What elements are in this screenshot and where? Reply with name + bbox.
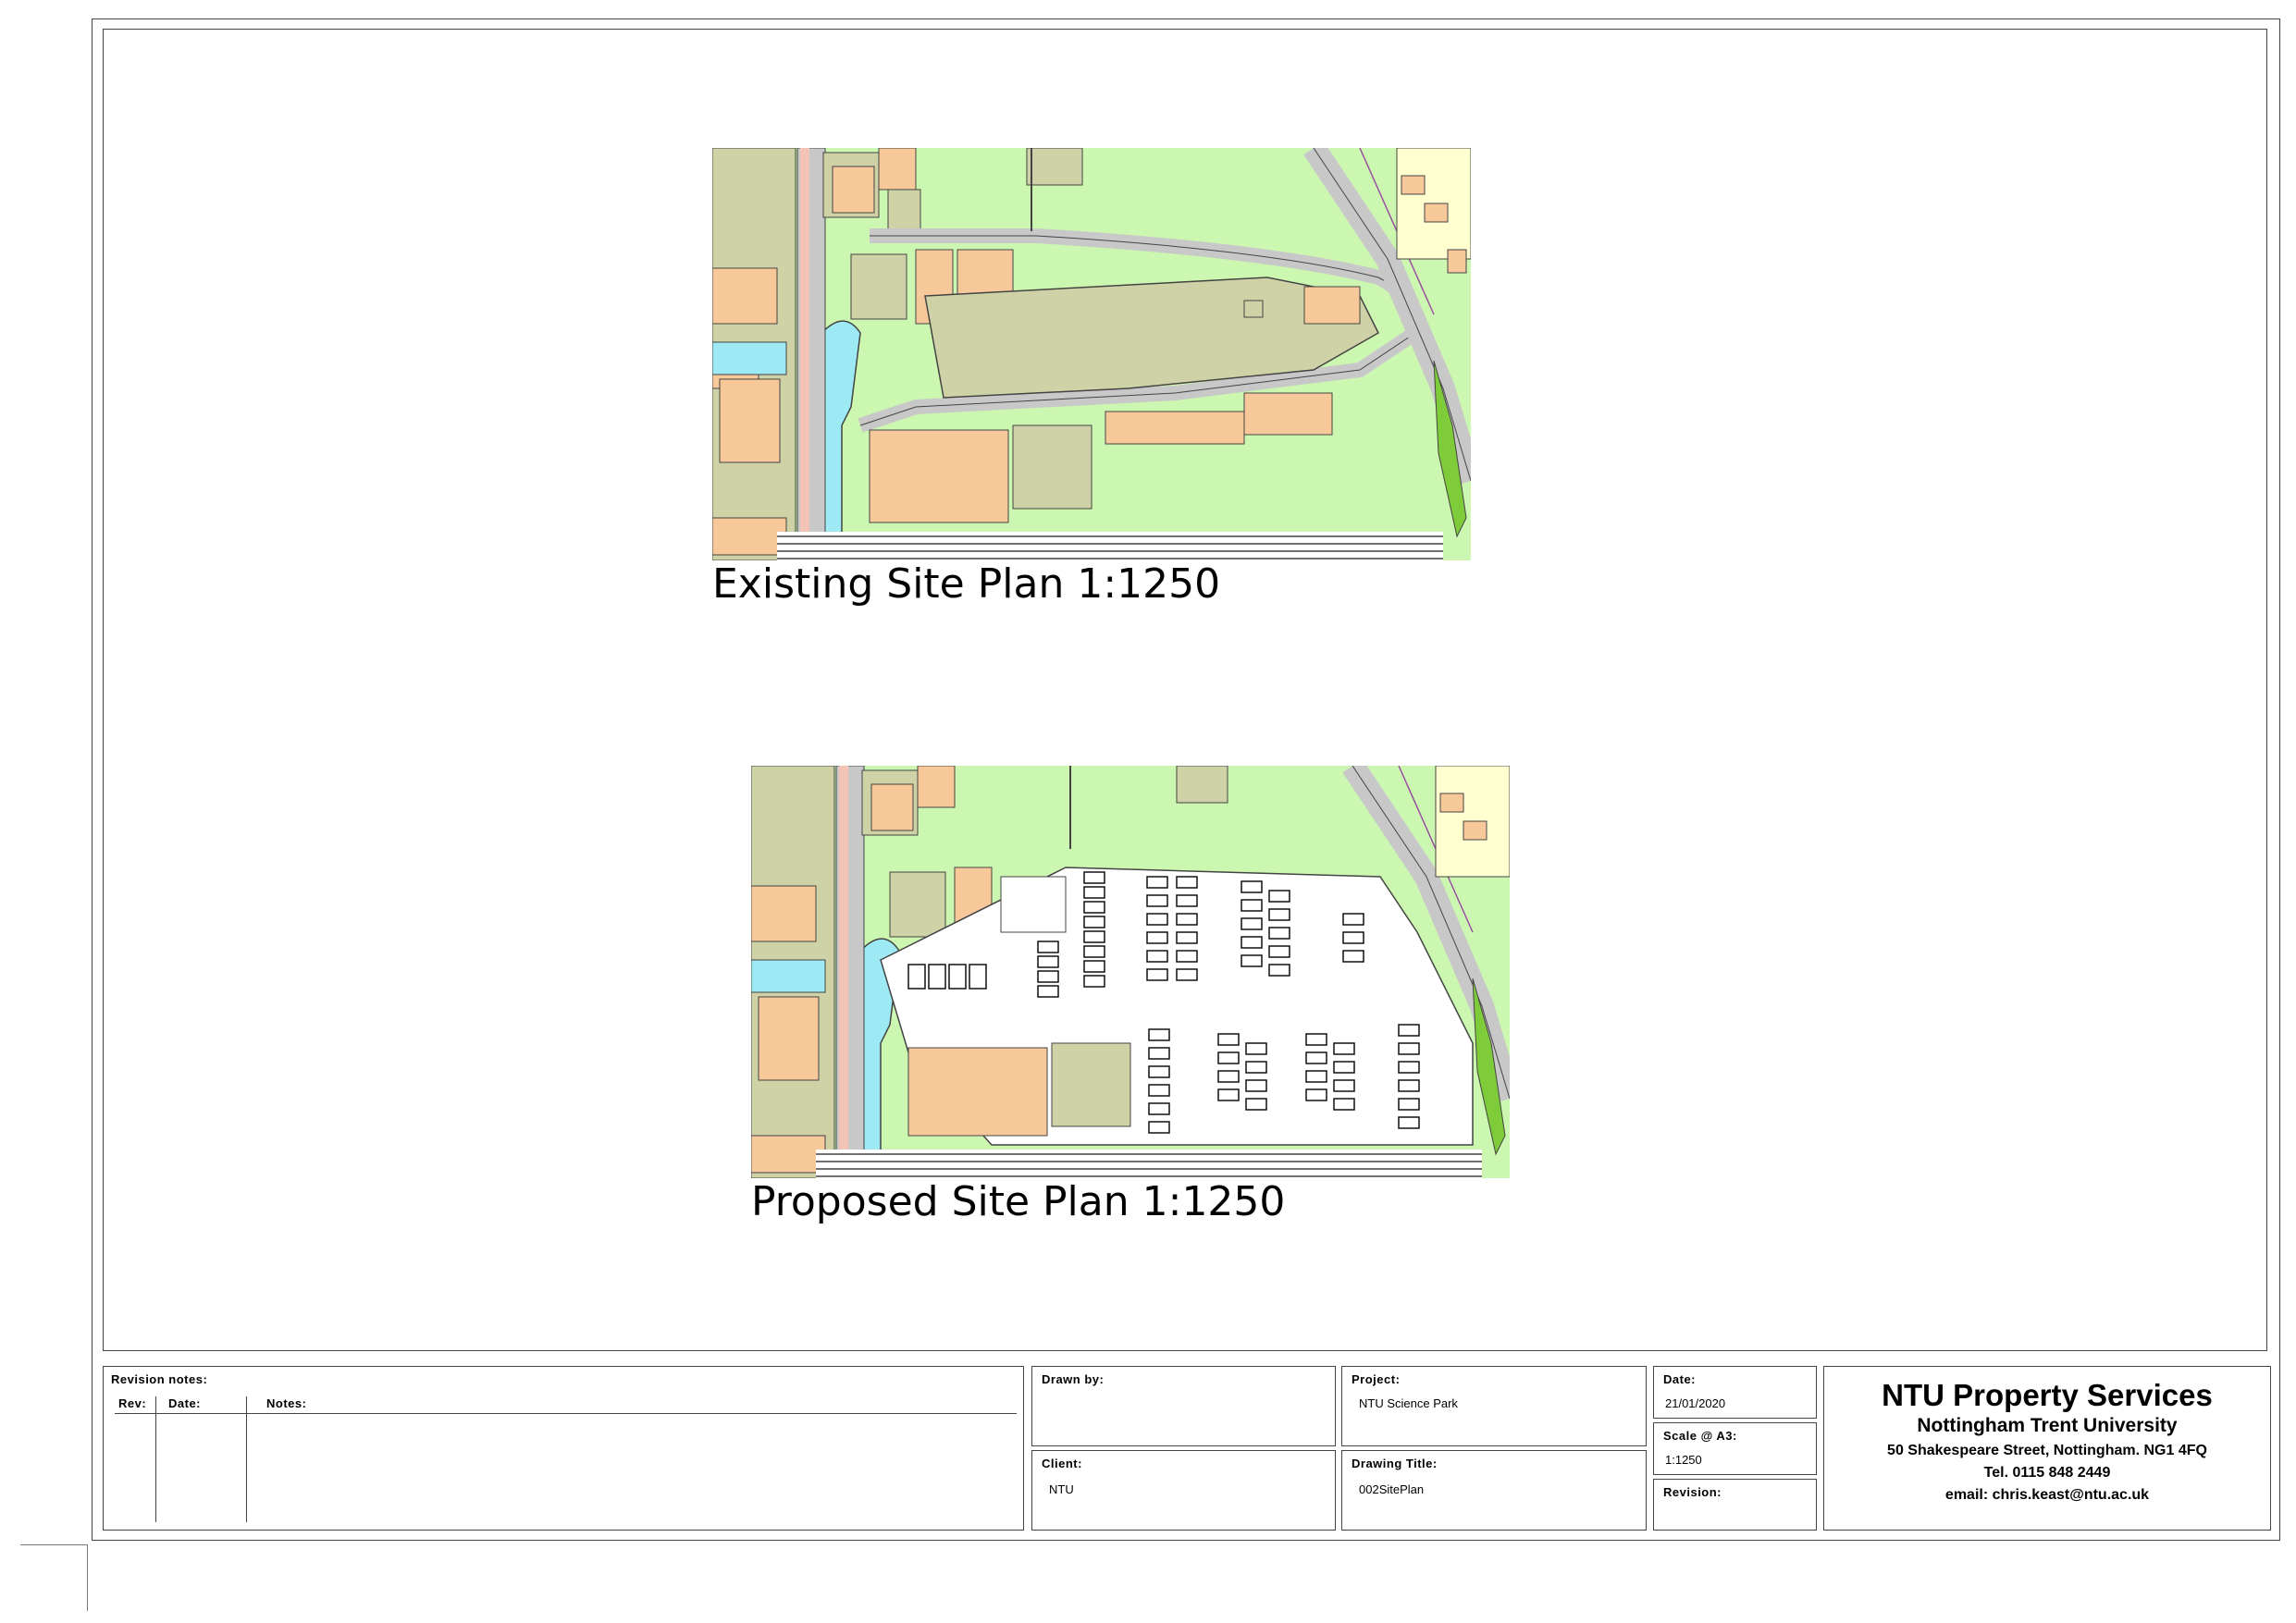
- project-box: Project: NTU Science Park: [1341, 1366, 1647, 1446]
- existing-site-plan-map: [712, 148, 1471, 560]
- company-name: NTU Property Services: [1882, 1378, 2213, 1412]
- revision-notes-heading: Revision notes:: [111, 1372, 208, 1386]
- revision-notes-box: Revision notes: Rev: Date: Notes:: [103, 1366, 1024, 1531]
- scale-label: Scale @ A3:: [1663, 1429, 1737, 1443]
- corner-mark: [87, 1544, 88, 1611]
- drawing-title-label: Drawing Title:: [1352, 1457, 1438, 1470]
- revision-box: Revision:: [1653, 1479, 1817, 1531]
- scale-box: Scale @ A3: 1:1250: [1653, 1422, 1817, 1475]
- proposed-plan-title: Proposed Site Plan 1:1250: [751, 1178, 1286, 1225]
- project-value: NTU Science Park: [1359, 1396, 1458, 1410]
- company-address: 50 Shakespeare Street, Nottingham. NG1 4…: [1887, 1443, 2207, 1458]
- revision-col-notes: Notes:: [266, 1396, 307, 1410]
- revision-col-date: Date:: [168, 1396, 202, 1410]
- date-label: Date:: [1663, 1372, 1697, 1386]
- revision-header-rule: [115, 1413, 1017, 1414]
- revision-column-divider: [155, 1396, 156, 1522]
- client-value: NTU: [1049, 1482, 1074, 1496]
- company-tel: Tel. 0115 848 2449: [1983, 1465, 2111, 1481]
- company-university: Nottingham Trent University: [1917, 1415, 2178, 1436]
- proposed-site-plan-map: [751, 766, 1510, 1178]
- client-box: Client: NTU: [1031, 1450, 1336, 1531]
- drawn-by-box: Drawn by:: [1031, 1366, 1336, 1446]
- drawing-title-box: Drawing Title: 002SitePlan: [1341, 1450, 1647, 1531]
- existing-plan-title: Existing Site Plan 1:1250: [712, 560, 1221, 608]
- client-label: Client:: [1042, 1457, 1082, 1470]
- revision-column-divider: [246, 1396, 247, 1522]
- revision-label: Revision:: [1663, 1485, 1722, 1499]
- company-email: email: chris.keast@ntu.ac.uk: [1944, 1487, 2150, 1503]
- company-box: NTU Property Services Nottingham Trent U…: [1823, 1366, 2271, 1531]
- scale-value: 1:1250: [1665, 1453, 1702, 1467]
- date-value: 21/01/2020: [1665, 1396, 1726, 1410]
- date-box: Date: 21/01/2020: [1653, 1366, 1817, 1419]
- corner-mark: [20, 1544, 87, 1545]
- revision-col-rev: Rev:: [118, 1396, 147, 1410]
- project-label: Project:: [1352, 1372, 1401, 1386]
- drawing-title-value: 002SitePlan: [1359, 1482, 1425, 1496]
- drawn-by-label: Drawn by:: [1042, 1372, 1105, 1386]
